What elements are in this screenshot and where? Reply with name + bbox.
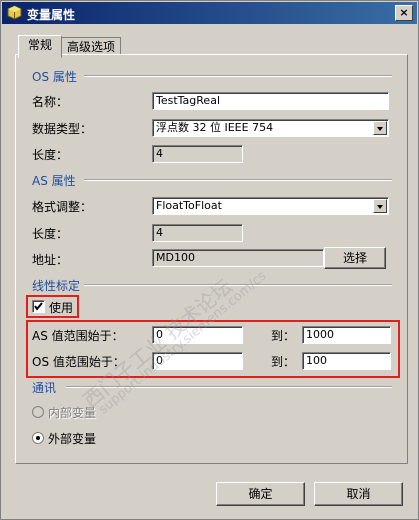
internal-variable-radio[interactable] [32,406,44,418]
comm-section-title: 通讯 [32,381,57,395]
close-button[interactable]: × [395,5,413,21]
os-length-field: 4 [152,145,243,163]
cancel-button[interactable]: 取消 [314,482,403,506]
as-length-field: 4 [152,224,243,242]
datatype-label: 数据类型： [32,122,93,136]
external-variable-radio[interactable] [32,432,44,444]
as-range-to-label: 到： [271,329,296,343]
select-address-button[interactable]: 选择 [324,247,386,269]
chevron-down-icon[interactable] [373,121,387,135]
tab-panel: OS 属性 名称： TestTagReal 数据类型： 浮点数 32 位 IEE… [15,54,408,464]
ok-button[interactable]: 确定 [216,482,305,506]
format-value: FloatToFloat [156,199,222,212]
datatype-select[interactable]: 浮点数 32 位 IEEE 754 [152,119,389,137]
external-variable-label[interactable]: 外部变量 [48,430,96,447]
radio-selected-dot [36,436,40,440]
os-range-to-field[interactable]: 100 [302,352,391,370]
title-bar[interactable]: 变量属性 × [2,2,417,24]
dialog-window: 变量属性 × 常规 高级选项 OS 属性 名称： TestTagReal 数据类… [0,0,419,520]
name-field[interactable]: TestTagReal [152,92,389,110]
datatype-value: 浮点数 32 位 IEEE 754 [156,121,274,134]
format-label: 格式调整： [32,200,93,214]
as-range-to-field[interactable]: 1000 [302,326,391,344]
tag-cube-icon [7,5,22,20]
format-select[interactable]: FloatToFloat [152,197,389,215]
use-checkbox[interactable] [32,300,45,313]
window-title: 变量属性 [27,8,76,22]
tab-general[interactable]: 常规 [18,35,62,58]
address-label: 地址： [32,253,69,267]
chevron-down-icon[interactable] [373,199,387,213]
name-label: 名称： [32,95,69,109]
as-section-divider [84,179,392,181]
use-label[interactable]: 使用 [49,299,73,316]
os-section-title: OS 属性 [32,70,77,84]
as-length-label: 长度： [32,227,69,241]
os-range-to-label: 到： [271,355,296,369]
address-field: MD100 [152,249,324,267]
os-length-label: 长度： [32,148,69,162]
checkmark-icon [34,302,43,311]
as-section-title: AS 属性 [32,174,76,188]
linear-section-title: 线性标定 [32,279,81,293]
as-range-label: AS 值范围始于： [32,329,124,343]
os-section-divider [84,75,392,77]
